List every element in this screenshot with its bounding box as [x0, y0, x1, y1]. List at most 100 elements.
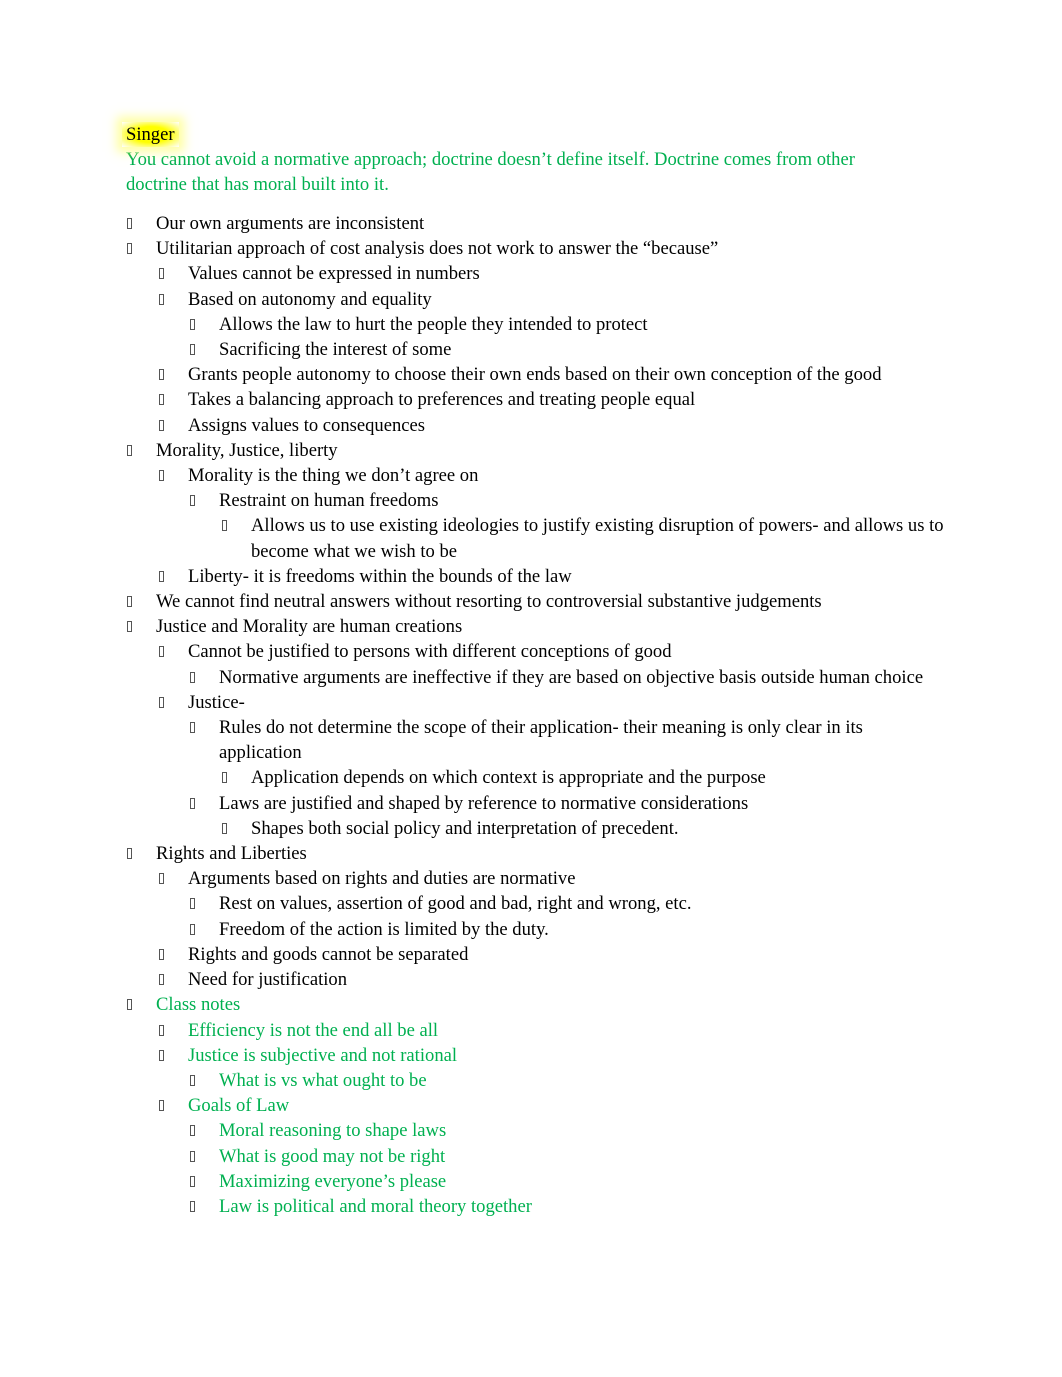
outline-item-text: Liberty- it is freedoms within the bound…	[188, 565, 572, 587]
outline-item-text: Class notes	[156, 994, 241, 1016]
bullet-missing-glyph-icon	[159, 696, 164, 708]
bullet-missing-glyph-icon	[159, 570, 164, 582]
outline-item-text: Our own arguments are inconsistent	[156, 213, 425, 234]
outline-item-text: Justice-	[188, 691, 245, 713]
bullet-missing-glyph-icon	[190, 344, 195, 356]
outline-item-text: Grants people autonomy to choose their o…	[188, 364, 882, 386]
outline-item-text: Cannot be justified to persons with diff…	[188, 641, 672, 663]
outline-item-text: Allows the law to hurt the people they i…	[219, 313, 648, 335]
outline-item-text: Justice and Morality are human creations	[156, 616, 463, 638]
outline-item-text: Utilitarian approach of cost analysis do…	[156, 238, 719, 260]
document-page: Singer You cannot avoid a normative appr…	[122, 122, 946, 1219]
outline-item-level-3: Allows us to use existing ideologies to …	[221, 513, 946, 563]
outline-item-text: Rights and Liberties	[156, 843, 307, 865]
outline-item-level-2: Freedom of the action is limited by the …	[189, 917, 946, 942]
outline-item-level-0: Rights and Liberties	[126, 841, 946, 866]
outline-item-text: Restraint on human freedoms	[219, 490, 439, 512]
outline-list: Our own arguments are inconsistent Utilit…	[126, 211, 946, 1219]
outline-item-level-0: We cannot find neutral answers without r…	[126, 589, 946, 614]
outline-item-level-1: Values cannot be expressed in numbers	[158, 261, 946, 286]
outline-item-level-1: Justice is subjective and not rational	[158, 1043, 946, 1068]
bullet-missing-glyph-icon	[222, 772, 227, 784]
outline-item-text: Rest on values, assertion of good and ba…	[219, 893, 692, 915]
bullet-missing-glyph-icon	[127, 444, 132, 456]
outline-item-text: We cannot find neutral answers without r…	[156, 591, 822, 613]
outline-item-text: Laws are justified and shaped by referen…	[219, 792, 749, 814]
outline-item-level-2: Sacrificing the interest of some	[189, 337, 946, 362]
outline-item-text: Allows us to use existing ideologies to …	[251, 515, 944, 562]
bullet-missing-glyph-icon	[222, 520, 227, 532]
outline-item-text: Application depends on which context is …	[251, 767, 766, 789]
outline-item-level-2: Moral reasoning to shape laws	[189, 1118, 946, 1143]
outline-item-text: Values cannot be expressed in numbers	[188, 263, 480, 285]
outline-item-level-1: Assigns values to consequences	[158, 413, 946, 438]
outline-item-level-0: Morality, Justice, liberty	[126, 438, 946, 463]
bullet-missing-glyph-icon	[190, 1074, 195, 1086]
outline-item-text: Shapes both social policy and interpreta…	[251, 817, 679, 839]
bullet-missing-glyph-icon	[190, 923, 195, 935]
outline-item-level-2: Rest on values, assertion of good and ba…	[189, 891, 946, 916]
bullet-missing-glyph-icon	[159, 974, 164, 986]
outline-item-level-3: Shapes both social policy and interpreta…	[221, 816, 946, 841]
bullet-missing-glyph-icon	[222, 822, 227, 834]
outline-item-level-1: Morality is the thing we don’t agree on	[158, 463, 946, 488]
bullet-missing-glyph-icon	[190, 1125, 195, 1137]
outline-item-text: Assigns values to consequences	[188, 414, 426, 436]
outline-item-level-2: Maximizing everyone’s please	[189, 1169, 946, 1194]
outline-item-level-2: What is vs what ought to be	[189, 1068, 946, 1093]
bullet-missing-glyph-icon	[190, 1175, 195, 1187]
outline-item-level-1: Goals of Law	[158, 1093, 946, 1118]
outline-item-text: Freedom of the action is limited by the …	[219, 918, 549, 940]
outline-item-text: Rules do not determine the scope of thei…	[219, 717, 863, 764]
outline-item-text: Justice is subjective and not rational	[188, 1044, 458, 1066]
outline-item-text: Maximizing everyone’s please	[219, 1170, 447, 1192]
bullet-missing-glyph-icon	[190, 797, 195, 809]
outline-item-level-1: Justice-	[158, 690, 946, 715]
outline-item-level-2: Law is political and moral theory togeth…	[189, 1194, 946, 1219]
outline-item-text: Morality, Justice, liberty	[156, 439, 338, 461]
bullet-missing-glyph-icon	[127, 596, 132, 608]
bullet-missing-glyph-icon	[190, 495, 195, 507]
bullet-missing-glyph-icon	[159, 419, 164, 431]
bullet-missing-glyph-icon	[190, 318, 195, 330]
outline-item-level-0: Class notes	[126, 992, 946, 1017]
bullet-missing-glyph-icon	[159, 646, 164, 658]
bullet-missing-glyph-icon	[190, 898, 195, 910]
outline-item-level-1: Liberty- it is freedoms within the bound…	[158, 564, 946, 589]
bullet-missing-glyph-icon	[127, 848, 132, 860]
bullet-missing-glyph-icon	[127, 621, 132, 633]
outline-item-level-0: Our own arguments are inconsistent	[126, 211, 946, 236]
bullet-missing-glyph-icon	[159, 1024, 164, 1036]
outline-item-level-3: Application depends on which context is …	[221, 765, 946, 790]
outline-item-level-2: Laws are justified and shaped by referen…	[189, 791, 946, 816]
bullet-missing-glyph-icon	[159, 1100, 164, 1112]
outline-item-text: Moral reasoning to shape laws	[219, 1120, 447, 1142]
bullet-missing-glyph-icon	[190, 1200, 195, 1212]
bullet-missing-glyph-icon	[190, 1150, 195, 1162]
outline-item-text: Arguments based on rights and duties are…	[188, 868, 576, 890]
outline-item-text: Normative arguments are ineffective if t…	[219, 666, 924, 688]
document-title-highlighted: Singer	[122, 122, 179, 147]
intro-paragraph: You cannot avoid a normative approach; d…	[126, 149, 855, 195]
bullet-missing-glyph-icon	[159, 948, 164, 960]
bullet-missing-glyph-icon	[127, 999, 132, 1011]
bullet-missing-glyph-icon	[190, 722, 195, 734]
outline-item-level-2: Normative arguments are ineffective if t…	[189, 665, 946, 690]
outline-item-text: Sacrificing the interest of some	[219, 339, 452, 361]
outline-item-level-1: Cannot be justified to persons with diff…	[158, 639, 946, 664]
outline-item-level-1: Based on autonomy and equality	[158, 287, 946, 312]
outline-item-level-1: Takes a balancing approach to preference…	[158, 387, 946, 412]
outline-item-text: Takes a balancing approach to preference…	[188, 389, 696, 411]
bullet-missing-glyph-icon	[127, 243, 132, 255]
bullet-missing-glyph-icon	[159, 293, 164, 305]
bullet-missing-glyph-icon	[159, 470, 164, 482]
bullet-missing-glyph-icon	[127, 218, 132, 229]
outline-item-level-1: Arguments based on rights and duties are…	[158, 866, 946, 891]
outline-item-level-2: Restraint on human freedoms	[189, 488, 946, 513]
outline-item-text: Goals of Law	[188, 1095, 290, 1117]
outline-item-text: Morality is the thing we don’t agree on	[188, 465, 479, 487]
outline-item-text: Rights and goods cannot be separated	[188, 943, 469, 965]
outline-item-level-2: Allows the law to hurt the people they i…	[189, 312, 946, 337]
outline-item-level-0: Utilitarian approach of cost analysis do…	[126, 236, 946, 261]
bullet-missing-glyph-icon	[159, 369, 164, 381]
